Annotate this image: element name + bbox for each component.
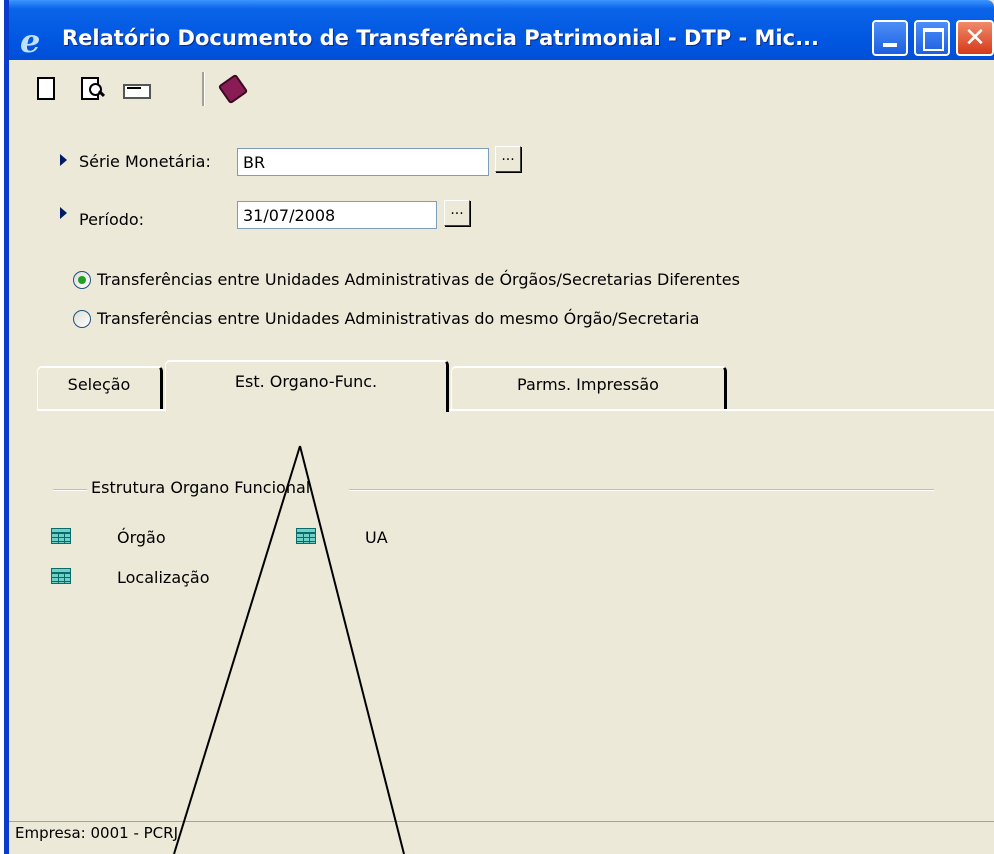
ua-item[interactable]: UA <box>365 528 388 547</box>
group-border-right <box>349 489 934 491</box>
table-icon <box>51 568 71 584</box>
new-document-icon[interactable] <box>33 74 61 102</box>
minimize-button[interactable] <box>872 20 908 56</box>
ie-icon: e <box>20 22 41 60</box>
window-frame-left <box>4 0 9 854</box>
table-icon <box>51 528 71 544</box>
print-preview-icon[interactable] <box>79 74 107 102</box>
radio-label: Transferências entre Unidades Administra… <box>97 309 700 328</box>
localizacao-item[interactable]: Localização <box>117 568 210 587</box>
status-empresa: Empresa: 0001 - PCRJ <box>15 824 178 842</box>
minimize-icon <box>874 22 906 54</box>
help-book-icon[interactable] <box>217 73 249 105</box>
group-border-left <box>53 489 87 491</box>
toolbar-separator <box>202 72 205 106</box>
tab-est-organo-func[interactable]: Est. Organo-Func. <box>165 360 449 412</box>
orgao-item[interactable]: Órgão <box>117 528 166 547</box>
close-button[interactable]: ✕ <box>956 20 994 56</box>
field-marker-arrow-icon <box>60 207 67 219</box>
serie-monetaria-browse-button[interactable]: ... <box>495 146 521 172</box>
periodo-input[interactable] <box>237 201 437 229</box>
maximize-icon <box>916 22 948 54</box>
client-area: Série Monetária: ... Período: ... Transf… <box>9 60 994 854</box>
periodo-browse-button[interactable]: ... <box>444 200 470 226</box>
application-window: e Relatório Documento de Transferência P… <box>4 0 994 854</box>
group-title: Estrutura Organo Funcional <box>89 478 313 497</box>
window-title: Relatório Documento de Transferência Pat… <box>62 26 820 50</box>
toolbar <box>9 72 994 106</box>
serie-monetaria-label: Série Monetária: <box>79 152 211 171</box>
radio-button-checked[interactable] <box>73 271 91 289</box>
tab-parms-impressao[interactable]: Parms. Impressão <box>451 366 727 410</box>
table-icon <box>296 528 316 544</box>
maximize-button[interactable] <box>914 20 950 56</box>
serie-monetaria-input[interactable] <box>237 148 489 176</box>
status-bar: Empresa: 0001 - PCRJ <box>9 821 994 844</box>
print-icon[interactable] <box>121 74 151 102</box>
radio-button[interactable] <box>73 310 91 328</box>
tab-selecao[interactable]: Seleção <box>37 366 163 410</box>
periodo-label: Período: <box>79 210 145 229</box>
close-icon: ✕ <box>964 23 986 53</box>
radio-label: Transferências entre Unidades Administra… <box>97 270 740 289</box>
field-marker-arrow-icon <box>60 154 67 166</box>
